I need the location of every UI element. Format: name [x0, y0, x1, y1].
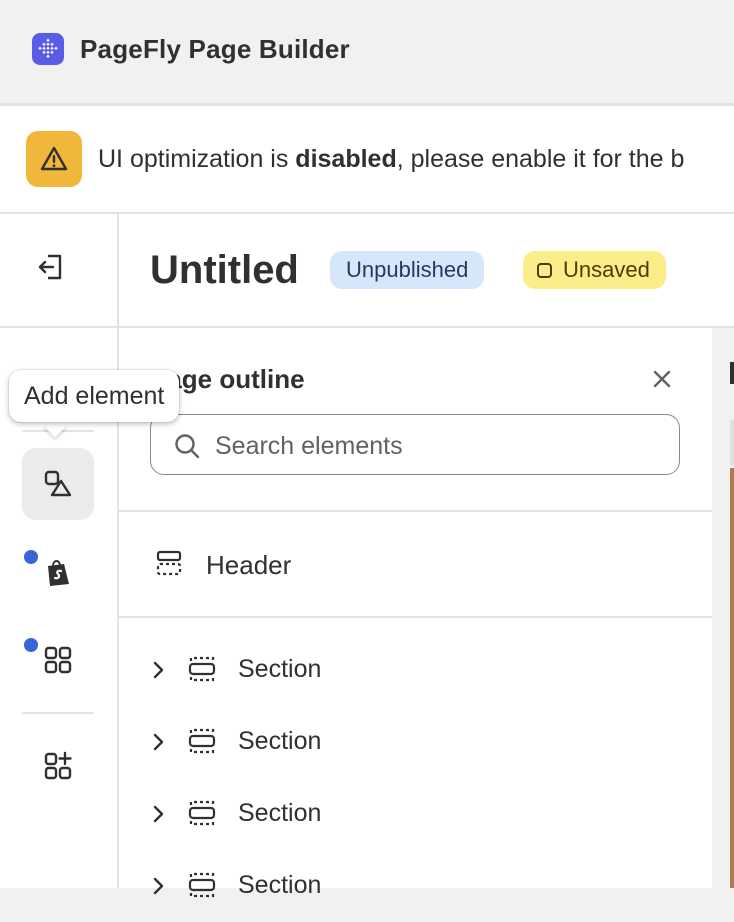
section-block-icon: [188, 656, 216, 682]
outline-section-label: Section: [238, 871, 322, 899]
optimization-banner: UI optimization is disabled, please enab…: [0, 106, 734, 214]
search-icon: [175, 434, 200, 459]
outline-section-label: Section: [238, 727, 322, 755]
section-block-icon: [188, 872, 216, 898]
rail-divider: [22, 712, 94, 714]
banner-text-end: , please enable it for the b: [396, 145, 685, 173]
chevron-right-icon[interactable]: [151, 872, 167, 900]
chevron-right-icon[interactable]: [151, 728, 167, 756]
rail-add-app-button[interactable]: [22, 730, 94, 802]
banner-message: UI optimization is disabled, please enab…: [98, 143, 684, 175]
canvas-content-fragment: [730, 362, 734, 384]
page-outline-panel: Page outline Header Section: [119, 328, 714, 899]
rail-apps-button[interactable]: [22, 624, 94, 696]
chevron-right-icon[interactable]: [151, 800, 167, 828]
banner-text-start: UI optimization is: [98, 145, 296, 173]
unsaved-status-icon: [537, 263, 552, 278]
search-input[interactable]: [213, 428, 657, 464]
outline-section-label: Section: [238, 799, 322, 827]
section-block-icon: [188, 800, 216, 826]
outline-section-item[interactable]: Section: [119, 634, 712, 706]
status-badge-saved-label: Unsaved: [563, 257, 650, 282]
chevron-right-icon[interactable]: [151, 656, 167, 684]
page-title[interactable]: Untitled: [150, 246, 299, 294]
canvas-content-fragment: [730, 420, 734, 466]
outline-section-label: Section: [238, 655, 322, 683]
canvas-image-fragment: [730, 468, 734, 888]
shapes-icon: [44, 470, 72, 497]
close-panel-button[interactable]: [649, 366, 675, 392]
status-badge-saved: Unsaved: [523, 251, 666, 289]
rail-header: [0, 214, 117, 328]
app-title: PageFly Page Builder: [80, 34, 350, 64]
title-bar: PageFly Page Builder: [0, 0, 734, 106]
header-block-icon: [156, 550, 182, 576]
pagefly-logo-icon: [32, 33, 64, 65]
close-icon: [653, 370, 671, 388]
outline-section-item[interactable]: Section: [119, 778, 712, 850]
rail-add-element-button[interactable]: [22, 448, 94, 520]
left-rail: [0, 214, 119, 888]
search-field[interactable]: [150, 414, 680, 475]
outline-header-item[interactable]: Header: [119, 512, 712, 616]
exit-icon[interactable]: [36, 252, 66, 287]
grid-apps-icon: [44, 646, 72, 674]
banner-text-bold: disabled: [295, 145, 397, 173]
section-block-icon: [188, 728, 216, 754]
outline-section-item[interactable]: Section: [119, 850, 712, 922]
add-element-tooltip: Add element: [9, 370, 180, 422]
shopify-bag-icon: [48, 560, 69, 586]
outline-header-label: Header: [206, 550, 292, 580]
add-app-icon: [44, 751, 72, 780]
warning-icon: [26, 131, 82, 187]
divider: [119, 616, 712, 618]
rail-shopify-button[interactable]: [22, 536, 94, 608]
status-badge-published: Unpublished: [330, 251, 485, 289]
page-header: Untitled Unpublished Unsaved: [119, 214, 734, 328]
outline-section-item[interactable]: Section: [119, 706, 712, 778]
